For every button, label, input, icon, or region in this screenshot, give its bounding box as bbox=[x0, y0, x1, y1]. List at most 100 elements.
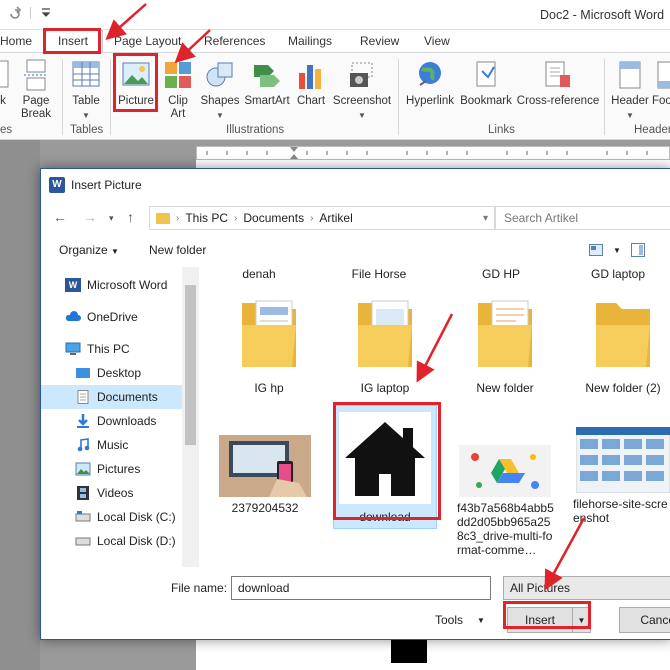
header-button[interactable]: Header ▼ bbox=[608, 59, 652, 122]
tab-references[interactable]: References bbox=[204, 34, 265, 48]
tools-button[interactable]: Tools ▼ bbox=[435, 613, 485, 627]
insert-options-dropdown[interactable]: ▼ bbox=[572, 608, 590, 632]
tab-view[interactable]: View bbox=[424, 34, 450, 48]
cross-reference-button[interactable]: Cross-reference bbox=[516, 59, 600, 108]
back-arrow-icon[interactable]: ← bbox=[53, 209, 67, 225]
bookmark-icon bbox=[476, 61, 496, 87]
file-item-gd-hp[interactable]: GD HP bbox=[461, 267, 541, 281]
image-label: filehorse-site-screenshot bbox=[573, 497, 668, 525]
redo-icon[interactable] bbox=[8, 6, 22, 20]
sidebar-item-microsoft-word[interactable]: W Microsoft Word bbox=[41, 273, 183, 297]
blank-page-label: k bbox=[0, 95, 6, 107]
image-item-drive-multi-format[interactable]: f43b7a568b4abb5dd2d05bb965a258c3_drive-m… bbox=[455, 445, 555, 557]
website-screenshot-thumbnail bbox=[576, 427, 670, 493]
sidebar-item-local-disk-d[interactable]: Local Disk (D:) bbox=[41, 529, 183, 553]
sidebar-item-documents[interactable]: Documents bbox=[41, 385, 183, 409]
sidebar-scrollbar[interactable] bbox=[182, 267, 199, 567]
file-item-gd-laptop[interactable]: GD laptop bbox=[563, 267, 670, 281]
smartart-button[interactable]: SmartArt bbox=[242, 59, 292, 108]
folder-icon bbox=[358, 300, 412, 367]
sidebar-item-downloads[interactable]: Downloads bbox=[41, 409, 183, 433]
folder-icon bbox=[596, 303, 650, 367]
folder-item-new-folder[interactable]: New folder bbox=[455, 293, 555, 395]
page-break-button[interactable]: Page Break bbox=[16, 59, 56, 121]
breadcrumb-this-pc[interactable]: This PC bbox=[185, 211, 228, 225]
screenshot-button[interactable]: Screenshot ▼ bbox=[332, 59, 392, 122]
up-arrow-icon[interactable]: ↑ bbox=[127, 209, 134, 225]
cross-reference-label: Cross-reference bbox=[516, 95, 600, 107]
folder-item-ig-laptop[interactable]: IG laptop bbox=[335, 293, 435, 395]
picture-button[interactable]: Picture bbox=[116, 59, 156, 108]
insert-button[interactable]: Insert ▼ bbox=[507, 607, 591, 633]
table-label: Table bbox=[72, 95, 100, 107]
insert-label: Insert bbox=[524, 613, 555, 627]
sidebar-item-desktop[interactable]: Desktop bbox=[41, 361, 183, 385]
title-bar: Doc2 - Microsoft Word bbox=[0, 0, 670, 30]
ruler bbox=[196, 146, 670, 160]
footer-button[interactable]: Foo bbox=[652, 59, 670, 108]
address-dropdown-icon[interactable]: ▾ bbox=[483, 213, 488, 224]
preview-pane-icon[interactable] bbox=[630, 243, 645, 257]
chart-button[interactable]: Chart bbox=[294, 59, 328, 108]
sidebar-item-local-disk-c[interactable]: Local Disk (C:) bbox=[41, 505, 183, 529]
search-input[interactable]: Search Artikel bbox=[495, 206, 670, 230]
file-name-input[interactable]: download bbox=[231, 576, 491, 600]
folder-item-ig-hp[interactable]: IG hp bbox=[219, 293, 319, 395]
tab-mailings[interactable]: Mailings bbox=[288, 34, 332, 48]
chevron-down-icon[interactable]: ▼ bbox=[613, 246, 621, 255]
address-bar[interactable]: › This PC › Documents › Artikel ▾ bbox=[149, 206, 495, 230]
sidebar-item-music[interactable]: Music bbox=[41, 433, 183, 457]
folder-icon bbox=[242, 300, 296, 367]
scrollbar-thumb[interactable] bbox=[185, 285, 196, 445]
film-icon bbox=[77, 486, 89, 500]
image-item-2379204532[interactable]: 2379204532 bbox=[215, 435, 315, 515]
image-item-filehorse-screenshot[interactable]: filehorse-site-screenshot bbox=[573, 427, 670, 525]
folder-item-new-folder-2[interactable]: New folder (2) bbox=[573, 293, 670, 395]
chevron-right-icon: › bbox=[176, 212, 180, 224]
file-type-filter[interactable]: All Pictures bbox=[503, 576, 670, 600]
insert-picture-dialog: W Insert Picture ← → ▾ ↑ › This PC › Doc… bbox=[40, 168, 670, 640]
customize-toolbar-icon[interactable] bbox=[39, 6, 53, 20]
shapes-button[interactable]: Shapes ▼ bbox=[200, 59, 240, 122]
tab-review[interactable]: Review bbox=[360, 34, 399, 48]
sidebar-item-pictures[interactable]: Pictures bbox=[41, 457, 183, 481]
hyperlink-button[interactable]: Hyperlink bbox=[404, 59, 456, 108]
sidebar-item-label: Documents bbox=[97, 390, 158, 404]
image-item-download[interactable]: download bbox=[333, 405, 437, 529]
tables-group-label: Tables bbox=[70, 124, 104, 136]
tools-label: Tools bbox=[435, 613, 464, 627]
tab-home[interactable]: Home bbox=[0, 34, 32, 48]
clip-art-button[interactable]: Clip Art bbox=[162, 59, 194, 121]
sidebar-item-label: Downloads bbox=[97, 414, 157, 428]
new-folder-button[interactable]: New folder bbox=[149, 243, 206, 257]
sidebar-item-this-pc[interactable]: This PC bbox=[41, 337, 183, 361]
footer-label: Foo bbox=[652, 95, 670, 107]
tab-insert[interactable]: Insert bbox=[43, 30, 104, 53]
folder-icon bbox=[156, 212, 170, 224]
recent-locations-chevron-icon[interactable]: ▾ bbox=[109, 213, 114, 224]
view-controls: ▼ bbox=[589, 243, 645, 257]
selection-highlight: download bbox=[333, 405, 437, 529]
sidebar-item-onedrive[interactable]: OneDrive bbox=[41, 305, 183, 329]
chevron-right-icon: › bbox=[234, 212, 238, 224]
laptop-photo-thumbnail bbox=[219, 435, 311, 497]
tab-page-layout[interactable]: Page Layout bbox=[114, 34, 181, 48]
table-button[interactable]: Table ▼ bbox=[68, 59, 104, 122]
cloud-icon bbox=[65, 311, 81, 321]
breadcrumb-documents[interactable]: Documents bbox=[243, 211, 304, 225]
sidebar-item-videos[interactable]: Videos bbox=[41, 481, 183, 505]
view-options-icon[interactable] bbox=[589, 244, 603, 256]
file-item-file-horse[interactable]: File Horse bbox=[329, 267, 429, 281]
cancel-button[interactable]: Cancel bbox=[619, 607, 670, 633]
breadcrumb-artikel[interactable]: Artikel bbox=[319, 211, 352, 225]
file-item-denah[interactable]: denah bbox=[219, 267, 299, 281]
bookmark-button[interactable]: Bookmark bbox=[458, 59, 514, 108]
globe-link-icon bbox=[419, 62, 441, 86]
blank-page-button[interactable]: k bbox=[0, 59, 10, 108]
disk-icon bbox=[75, 537, 91, 546]
google-drive-thumbnail bbox=[459, 445, 551, 497]
organize-button[interactable]: Organize ▼ bbox=[59, 243, 119, 257]
forward-arrow-icon[interactable]: → bbox=[83, 209, 97, 225]
chevron-right-icon: › bbox=[310, 212, 314, 224]
group-separator bbox=[110, 59, 111, 135]
